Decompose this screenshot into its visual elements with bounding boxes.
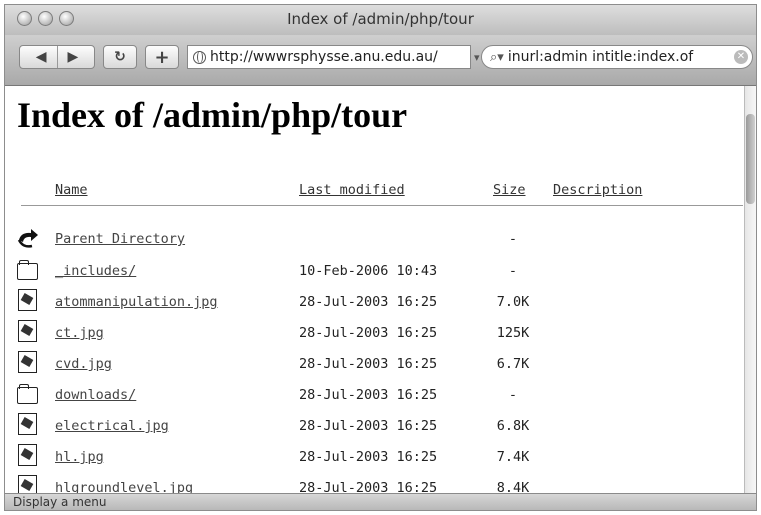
- file-link[interactable]: ct.jpg: [55, 325, 104, 341]
- column-header-size[interactable]: Size: [493, 182, 526, 198]
- status-bar: Display a menu: [5, 493, 756, 510]
- file-link[interactable]: hl.jpg: [55, 449, 104, 465]
- listing-row: ct.jpg 28-Jul-2003 16:25 125K: [5, 320, 745, 350]
- file-size: 125K: [496, 325, 530, 341]
- back-forward-divider: [56, 46, 58, 68]
- listing-row: _includes/ 10-Feb-2006 10:43 -: [5, 258, 745, 288]
- address-bar[interactable]: http://wwwrsphysse.anu.edu.au/: [187, 45, 471, 69]
- vertical-scrollbar[interactable]: [744, 86, 756, 495]
- listing-row: Parent Directory -: [5, 226, 745, 256]
- file-size: -: [508, 263, 518, 279]
- folder-icon[interactable]: [17, 382, 39, 406]
- back-arrow-icon[interactable]: [17, 226, 39, 250]
- add-bookmark-button[interactable]: +: [145, 45, 179, 69]
- clear-search-icon[interactable]: ✕: [734, 50, 748, 64]
- search-icon[interactable]: ⌕▾: [490, 50, 504, 65]
- modified-date: 28-Jul-2003 16:25: [299, 356, 438, 372]
- modified-date: 28-Jul-2003 16:25: [299, 294, 438, 310]
- modified-date: 10-Feb-2006 10:43: [299, 263, 438, 279]
- header-divider: [21, 205, 743, 206]
- file-link[interactable]: _includes/: [55, 263, 136, 279]
- modified-date: 28-Jul-2003 16:25: [299, 325, 438, 341]
- image-file-icon[interactable]: [17, 475, 39, 495]
- image-file-icon[interactable]: [17, 351, 39, 375]
- file-size: -: [508, 387, 518, 403]
- modified-date: 28-Jul-2003 16:25: [299, 387, 438, 403]
- back-forward-buttons: ◀ ▶: [19, 45, 95, 69]
- image-file-icon[interactable]: [17, 320, 39, 344]
- scrollbar-thumb[interactable]: [746, 114, 755, 204]
- search-field[interactable]: ⌕▾ inurl:admin intitle:index.of ✕: [481, 45, 753, 69]
- listing-row: downloads/ 28-Jul-2003 16:25 -: [5, 382, 745, 412]
- image-file-icon[interactable]: [17, 413, 39, 437]
- file-size: 6.8K: [496, 418, 530, 434]
- listing-row: hlgroundlevel.jpg 28-Jul-2003 16:25 8.4K: [5, 475, 745, 495]
- file-size: 7.4K: [496, 449, 530, 465]
- globe-icon: [193, 50, 206, 64]
- column-header-description[interactable]: Description: [553, 182, 642, 198]
- file-size: 6.7K: [496, 356, 530, 372]
- column-header-last-modified[interactable]: Last modified: [299, 182, 405, 198]
- column-header-name[interactable]: Name: [55, 182, 88, 198]
- listing-row: atommanipulation.jpg 28-Jul-2003 16:25 7…: [5, 289, 745, 319]
- listing-row: electrical.jpg 28-Jul-2003 16:25 6.8K: [5, 413, 745, 443]
- listing-row: cvd.jpg 28-Jul-2003 16:25 6.7K: [5, 351, 745, 381]
- back-button[interactable]: ◀: [36, 49, 47, 65]
- file-size: -: [508, 231, 518, 247]
- page-heading: Index of /admin/php/tour: [17, 95, 408, 135]
- file-link[interactable]: cvd.jpg: [55, 356, 112, 372]
- address-dropdown-icon[interactable]: ▾: [474, 51, 480, 64]
- file-link[interactable]: electrical.jpg: [55, 418, 169, 434]
- file-link[interactable]: Parent Directory: [55, 231, 185, 247]
- image-file-icon[interactable]: [17, 444, 39, 468]
- file-link[interactable]: atommanipulation.jpg: [55, 294, 218, 310]
- title-bar: Index of /admin/php/tour: [5, 5, 756, 36]
- search-text[interactable]: inurl:admin intitle:index.of: [508, 49, 693, 65]
- reload-button[interactable]: ↻: [103, 45, 137, 69]
- browser-toolbar: ◀ ▶ ↻ + http://wwwrsphysse.anu.edu.au/ ▾…: [5, 35, 756, 86]
- folder-icon[interactable]: [17, 258, 39, 282]
- browser-window: Index of /admin/php/tour ◀ ▶ ↻ + http://…: [4, 4, 757, 511]
- file-size: 7.0K: [496, 294, 530, 310]
- listing-row: hl.jpg 28-Jul-2003 16:25 7.4K: [5, 444, 745, 474]
- file-link[interactable]: downloads/: [55, 387, 136, 403]
- forward-button[interactable]: ▶: [68, 49, 79, 65]
- window-title: Index of /admin/php/tour: [287, 10, 474, 28]
- modified-date: 28-Jul-2003 16:25: [299, 449, 438, 465]
- modified-date: 28-Jul-2003 16:25: [299, 418, 438, 434]
- image-file-icon[interactable]: [17, 289, 39, 313]
- address-text[interactable]: http://wwwrsphysse.anu.edu.au/: [210, 49, 438, 65]
- page-content: Index of /admin/php/tour Name Last modif…: [5, 86, 745, 495]
